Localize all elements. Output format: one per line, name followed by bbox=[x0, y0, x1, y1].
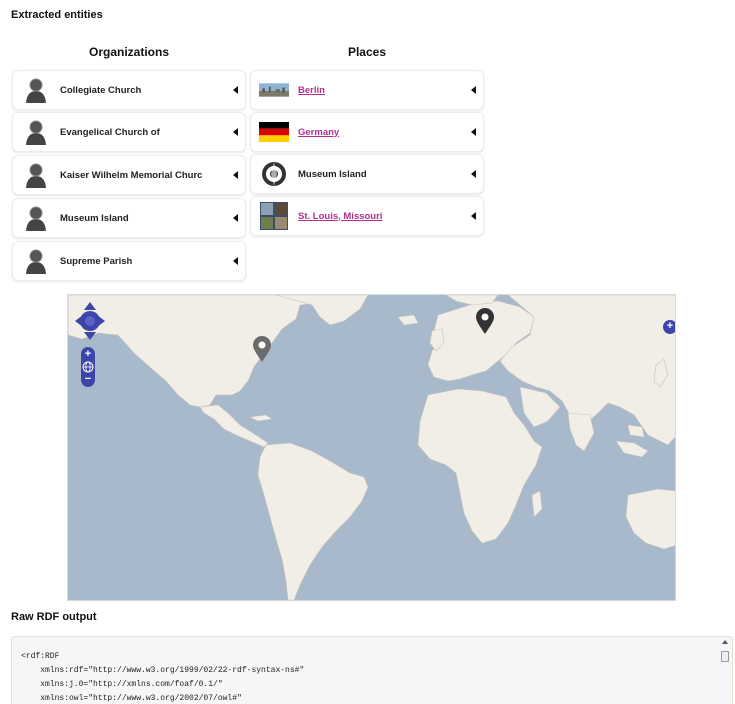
germany-flag-icon bbox=[259, 119, 289, 145]
expand-caret-icon[interactable] bbox=[233, 128, 238, 136]
place-link[interactable]: Berlin bbox=[298, 85, 471, 96]
pan-arrows-control[interactable] bbox=[74, 301, 106, 341]
organizations-heading: Organizations bbox=[88, 45, 169, 59]
organization-label: Evangelical Church of bbox=[60, 126, 160, 138]
organization-item-supreme-parish[interactable]: Supreme Parish bbox=[12, 241, 246, 281]
world-map-land bbox=[68, 295, 675, 600]
expand-caret-icon[interactable] bbox=[471, 128, 476, 136]
place-link[interactable]: St. Louis, Missouri bbox=[298, 211, 471, 222]
organization-label: Museum Island bbox=[60, 212, 129, 224]
rdf-line: xmlns:rdf="http://www.w3.org/1999/02/22-… bbox=[21, 666, 305, 675]
rdf-line: <rdf:RDF bbox=[21, 652, 60, 661]
person-silhouette-icon bbox=[21, 119, 51, 145]
globe-icon[interactable] bbox=[82, 361, 94, 373]
museum-island-logo-icon bbox=[259, 161, 289, 187]
place-link[interactable]: Germany bbox=[298, 127, 471, 138]
place-item-st-louis[interactable]: St. Louis, Missouri bbox=[250, 196, 484, 236]
organization-label: Supreme Parish bbox=[60, 255, 133, 267]
organization-label: Collegiate Church bbox=[60, 84, 142, 96]
world-map[interactable]: + − + bbox=[67, 294, 676, 601]
organization-item-collegiate-church[interactable]: Collegiate Church bbox=[12, 70, 246, 110]
person-silhouette-icon bbox=[21, 77, 51, 103]
place-item-museum-island[interactable]: Museum Island bbox=[250, 154, 484, 194]
rdf-code: <rdf:RDF xmlns:rdf="http://www.w3.org/19… bbox=[21, 650, 304, 704]
map-marker-berlin[interactable] bbox=[475, 307, 495, 335]
map-marker-st-louis[interactable] bbox=[252, 335, 272, 363]
expand-caret-icon[interactable] bbox=[233, 86, 238, 94]
zoom-in-button[interactable]: + bbox=[81, 349, 95, 360]
rdf-output-box[interactable]: <rdf:RDF xmlns:rdf="http://www.w3.org/19… bbox=[11, 636, 733, 704]
scroll-up-arrow-icon[interactable] bbox=[722, 640, 728, 644]
raw-rdf-title: Raw RDF output bbox=[11, 611, 97, 623]
st-louis-collage-thumbnail bbox=[259, 202, 289, 230]
person-silhouette-icon bbox=[21, 248, 51, 274]
place-label: Museum Island bbox=[298, 168, 367, 180]
organization-label: Kaiser Wilhelm Memorial Churc bbox=[60, 169, 203, 181]
place-item-berlin[interactable]: Berlin bbox=[250, 70, 484, 110]
extracted-entities-title: Extracted entities bbox=[11, 9, 103, 21]
vertical-scrollbar[interactable] bbox=[720, 640, 730, 700]
person-silhouette-icon bbox=[21, 162, 51, 188]
organization-item-museum-island[interactable]: Museum Island bbox=[12, 198, 246, 238]
zoom-out-button[interactable]: − bbox=[81, 374, 95, 385]
places-heading: Places bbox=[347, 45, 387, 59]
place-item-germany[interactable]: Germany bbox=[250, 112, 484, 152]
rdf-line: xmlns:owl="http://www.w3.org/2002/07/owl… bbox=[21, 694, 242, 703]
expand-caret-icon[interactable] bbox=[233, 171, 238, 179]
berlin-skyline-thumbnail bbox=[259, 77, 289, 103]
organization-item-evangelical-church[interactable]: Evangelical Church of bbox=[12, 112, 246, 152]
rdf-line: xmlns:j.0="http://xmlns.com/foaf/0.1/" bbox=[21, 680, 223, 689]
layer-switcher-button[interactable]: + bbox=[663, 320, 675, 334]
person-silhouette-icon bbox=[21, 205, 51, 231]
organization-item-kaiser-wilhelm[interactable]: Kaiser Wilhelm Memorial Churc bbox=[12, 155, 246, 195]
expand-caret-icon[interactable] bbox=[471, 212, 476, 220]
expand-caret-icon[interactable] bbox=[233, 214, 238, 222]
zoom-control[interactable]: + − bbox=[81, 347, 95, 387]
expand-caret-icon[interactable] bbox=[471, 170, 476, 178]
expand-caret-icon[interactable] bbox=[233, 257, 238, 265]
scroll-thumb[interactable] bbox=[721, 651, 729, 662]
expand-caret-icon[interactable] bbox=[471, 86, 476, 94]
